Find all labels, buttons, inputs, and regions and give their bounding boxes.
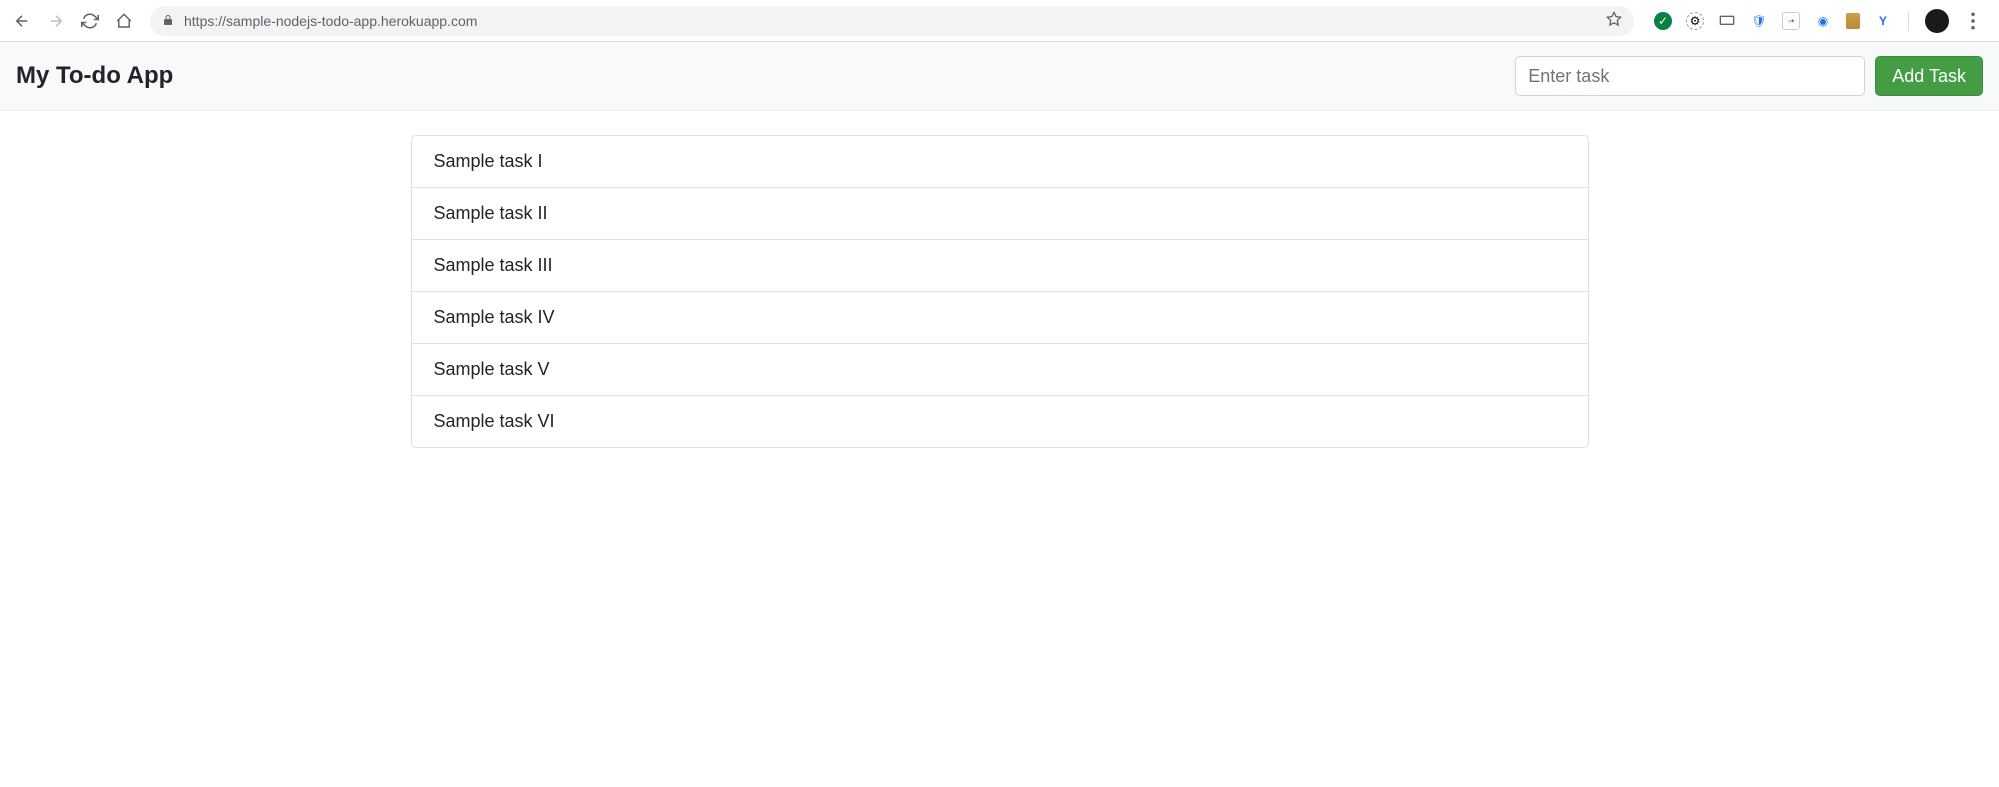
- extension-icon[interactable]: Y: [1874, 12, 1892, 30]
- list-item[interactable]: Sample task II: [412, 188, 1588, 240]
- home-button[interactable]: [110, 7, 138, 35]
- task-list: Sample task I Sample task II Sample task…: [411, 135, 1589, 448]
- reload-icon: [81, 12, 99, 30]
- arrow-left-icon: [13, 12, 31, 30]
- task-label: Sample task II: [434, 203, 548, 223]
- task-label: Sample task V: [434, 359, 550, 379]
- task-label: Sample task III: [434, 255, 553, 275]
- task-label: Sample task I: [434, 151, 543, 171]
- header-controls: Add Task: [1515, 56, 1983, 96]
- extension-icon[interactable]: ⚙: [1686, 12, 1704, 30]
- home-icon: [115, 12, 133, 30]
- menu-button[interactable]: [1963, 7, 1983, 35]
- main-content: Sample task I Sample task II Sample task…: [395, 135, 1605, 448]
- separator: [1908, 11, 1909, 31]
- arrow-right-icon: [47, 12, 65, 30]
- profile-avatar[interactable]: [1925, 9, 1949, 33]
- task-label: Sample task IV: [434, 307, 555, 327]
- list-item[interactable]: Sample task III: [412, 240, 1588, 292]
- extension-icon[interactable]: [1718, 12, 1736, 30]
- back-button[interactable]: [8, 7, 36, 35]
- extension-icon[interactable]: [1846, 13, 1860, 29]
- extension-icon[interactable]: 🛡: [1750, 12, 1768, 30]
- app-header: My To-do App Add Task: [0, 42, 1999, 111]
- extension-icon[interactable]: ◦•: [1782, 12, 1800, 30]
- task-input[interactable]: [1515, 56, 1865, 96]
- star-icon[interactable]: [1606, 11, 1622, 30]
- kebab-icon: [1964, 12, 1982, 30]
- extension-icons: ✓ ⚙ 🛡 ◦• ◉ Y: [1646, 7, 1991, 35]
- extension-icon[interactable]: ✓: [1654, 12, 1672, 30]
- forward-button[interactable]: [42, 7, 70, 35]
- list-item[interactable]: Sample task VI: [412, 396, 1588, 447]
- add-task-button[interactable]: Add Task: [1875, 56, 1983, 96]
- list-item[interactable]: Sample task I: [412, 136, 1588, 188]
- list-item[interactable]: Sample task IV: [412, 292, 1588, 344]
- lock-icon: [162, 13, 174, 29]
- browser-toolbar: https://sample-nodejs-todo-app.herokuapp…: [0, 0, 1999, 42]
- url-text: https://sample-nodejs-todo-app.herokuapp…: [184, 13, 1596, 29]
- address-bar[interactable]: https://sample-nodejs-todo-app.herokuapp…: [150, 6, 1634, 36]
- task-label: Sample task VI: [434, 411, 555, 431]
- list-item[interactable]: Sample task V: [412, 344, 1588, 396]
- app-title: My To-do App: [16, 62, 173, 90]
- reload-button[interactable]: [76, 7, 104, 35]
- extension-icon[interactable]: ◉: [1814, 12, 1832, 30]
